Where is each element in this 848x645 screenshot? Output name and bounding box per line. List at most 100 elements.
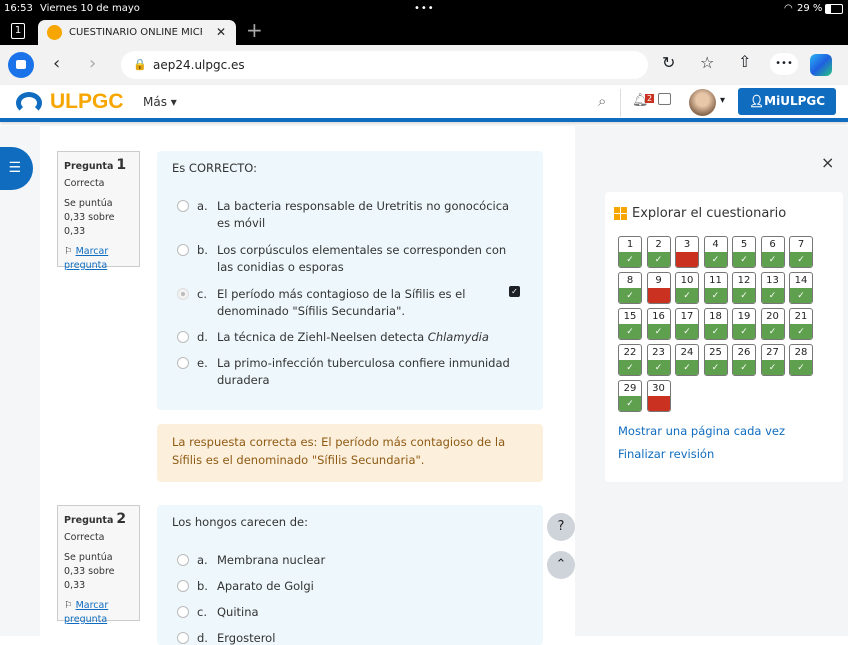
question-nav-6[interactable]: 6 ✓ (760, 236, 785, 268)
question-nav-22[interactable]: 22 ✓ (618, 344, 642, 376)
drawer-title: Explorar el cuestionario (632, 206, 787, 221)
radio-button[interactable] (177, 554, 189, 566)
help-button[interactable]: ? (547, 513, 575, 541)
avatar[interactable] (689, 89, 716, 116)
option-letter: d. (197, 330, 208, 344)
search-icon[interactable]: ⌕ (598, 92, 606, 110)
tab-bar: 1 CUESTINARIO ONLINE MICRO ✕ + (0, 18, 848, 47)
question-nav-4[interactable]: 4 ✓ (703, 236, 728, 268)
correct-check-icon: ✓ (647, 252, 670, 267)
url-text: aep24.ulpgc.es (153, 58, 245, 72)
copilot-icon[interactable] (810, 54, 832, 76)
forward-icon[interactable]: › (89, 53, 96, 74)
radio-button[interactable] (177, 606, 189, 618)
question-nav-8[interactable]: 8 ✓ (618, 272, 642, 304)
radio-button[interactable] (177, 200, 189, 212)
correct-check-icon: ✓ (619, 360, 641, 375)
correct-check-icon: ✓ (761, 324, 784, 339)
finish-review-link[interactable]: Finalizar revisión (618, 447, 714, 461)
tab-title: CUESTINARIO ONLINE MICRO (69, 27, 202, 38)
radio-button[interactable] (177, 357, 189, 369)
tab-count-button[interactable]: 1 (11, 23, 25, 39)
option-letter: a. (197, 553, 208, 567)
radio-button[interactable] (177, 331, 189, 343)
more-menu[interactable]: Más ▾ (143, 95, 177, 109)
radio-button[interactable] (177, 244, 189, 256)
share-icon[interactable]: ⇧ (738, 52, 751, 71)
favorites-icon[interactable]: ☆ (700, 53, 714, 72)
back-to-top-button[interactable]: ⌃ (547, 551, 575, 579)
left-strip (0, 126, 40, 636)
option-text: Aparato de Golgi (217, 579, 314, 593)
question-nav-26[interactable]: 26 ✓ (732, 344, 756, 376)
correct-check-icon: ✓ (733, 324, 755, 339)
option-letter: b. (197, 579, 208, 593)
question-nav-1[interactable]: 1 ✓ (618, 236, 642, 268)
question-nav-14[interactable]: 14 ✓ (789, 272, 813, 304)
question-nav-5[interactable]: 5 ✓ (732, 236, 756, 268)
reload-icon[interactable]: ↻ (662, 53, 675, 72)
radio-button[interactable] (177, 580, 189, 592)
incorrect-status (647, 288, 670, 303)
tab-active[interactable]: CUESTINARIO ONLINE MICRO ✕ (38, 20, 236, 47)
question-state: Correcta (64, 532, 105, 543)
option-letter: c. (197, 605, 207, 619)
battery-icon (825, 4, 843, 14)
show-one-page-link[interactable]: Mostrar una página cada vez (618, 424, 785, 438)
question-prompt: Los hongos carecen de: (172, 515, 308, 529)
question-nav-25[interactable]: 25 ✓ (703, 344, 728, 376)
battery-level: 29 % (797, 3, 823, 14)
question-nav-17[interactable]: 17 ✓ (675, 308, 699, 340)
question-nav-2[interactable]: 2 ✓ (646, 236, 671, 268)
grid-icon (614, 207, 627, 220)
question-nav-13[interactable]: 13 ✓ (760, 272, 785, 304)
question-nav-20[interactable]: 20 ✓ (760, 308, 785, 340)
back-icon[interactable]: ‹ (53, 53, 60, 74)
correct-check-icon: ✓ (790, 324, 812, 339)
question-nav-19[interactable]: 19 ✓ (732, 308, 756, 340)
messages-icon[interactable] (658, 93, 671, 105)
flag-question-link[interactable]: ⚐ Marcar pregunta (64, 599, 133, 627)
status-date: Viernes 10 de mayo (40, 3, 140, 14)
favicon-icon (47, 25, 62, 40)
question-nav-7[interactable]: 7 ✓ (789, 236, 813, 268)
user-menu-chevron-icon[interactable]: ▾ (720, 95, 725, 106)
question-nav-10[interactable]: 10 ✓ (675, 272, 699, 304)
question-nav-12[interactable]: 12 ✓ (732, 272, 756, 304)
question-nav-16[interactable]: 16 ✓ (646, 308, 671, 340)
correct-check-icon: ✓ (647, 360, 670, 375)
correct-check-icon: ✓ (676, 324, 698, 339)
more-icon[interactable]: ••• (770, 53, 798, 75)
chevron-up-icon: ⌃ (555, 557, 567, 572)
question-nav-3[interactable]: 3 (675, 236, 699, 268)
radio-button[interactable] (177, 632, 189, 644)
close-drawer-icon[interactable]: × (821, 153, 834, 172)
question-nav-29[interactable]: 29 ✓ (618, 380, 642, 412)
question-prompt: Es CORRECTO: (172, 161, 258, 175)
flag-question-link[interactable]: ⚐ Marcar pregunta (64, 245, 133, 273)
miulpgc-button[interactable]: 👤︎MiULPGC (738, 88, 836, 115)
question-nav-30[interactable]: 30 (646, 380, 671, 412)
close-tab-icon[interactable]: ✕ (216, 20, 226, 45)
multitask-dots-icon[interactable]: ••• (414, 0, 435, 18)
question-nav-15[interactable]: 15 ✓ (618, 308, 642, 340)
correct-check-icon: ✓ (790, 288, 812, 303)
radio-button[interactable] (177, 288, 189, 300)
question-nav-23[interactable]: 23 ✓ (646, 344, 671, 376)
new-tab-icon[interactable]: + (246, 18, 263, 42)
question-nav-24[interactable]: 24 ✓ (675, 344, 699, 376)
question-nav-9[interactable]: 9 (646, 272, 671, 304)
correct-check-icon: ✓ (676, 360, 698, 375)
correct-check-icon: ✓ (733, 360, 755, 375)
workspaces-icon[interactable] (8, 52, 34, 78)
question-grade: Se puntúa 0,33 sobre 0,33 (64, 198, 115, 237)
option-letter: c. (197, 287, 207, 301)
option-letter: a. (197, 199, 208, 213)
question-nav-21[interactable]: 21 ✓ (789, 308, 813, 340)
question-nav-11[interactable]: 11 ✓ (703, 272, 728, 304)
url-field[interactable]: 🔒 aep24.ulpgc.es (121, 51, 648, 79)
question-nav-27[interactable]: 27 ✓ (760, 344, 785, 376)
question-nav-28[interactable]: 28 ✓ (789, 344, 813, 376)
question-nav-18[interactable]: 18 ✓ (703, 308, 728, 340)
correct-check-icon: ✓ (619, 324, 641, 339)
